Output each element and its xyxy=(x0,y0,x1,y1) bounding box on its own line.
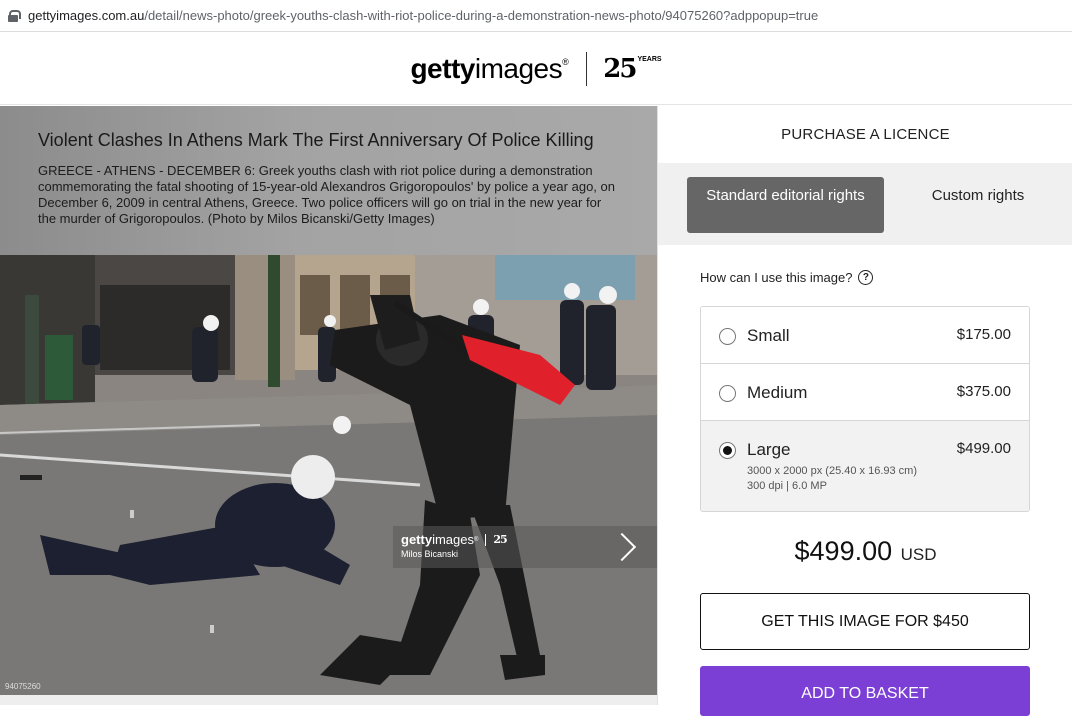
size-price: $375.00 xyxy=(956,383,1011,400)
news-photo[interactable]: getty images ® 25 Milos Bicanski xyxy=(0,255,657,695)
site-header: gettyimages® 25 YEARS xyxy=(0,33,1072,105)
size-dimensions: 3000 x 2000 px (25.40 x 16.93 cm) xyxy=(747,465,917,477)
image-viewer: Violent Clashes In Athens Mark The First… xyxy=(0,106,657,705)
purchase-licence-title: PURCHASE A LICENCE xyxy=(781,126,950,143)
size-name: Small xyxy=(747,326,790,345)
url-host: gettyimages.com.au xyxy=(28,8,145,23)
size-option-large[interactable]: Large $499.00 3000 x 2000 px (25.40 x 16… xyxy=(701,421,1029,511)
size-options: Small $175.00 Medium $375.00 Large $499.… xyxy=(700,306,1030,512)
lock-icon xyxy=(8,9,21,22)
tab-standard-editorial-rights[interactable]: Standard editorial rights xyxy=(687,177,884,233)
radio-medium[interactable] xyxy=(719,385,736,402)
how-use-label: How can I use this image? ? xyxy=(700,270,874,285)
help-question-icon[interactable]: ? xyxy=(858,270,874,285)
size-name: Large xyxy=(747,440,791,459)
size-option-medium[interactable]: Medium $375.00 xyxy=(701,364,1029,421)
total-currency: USD xyxy=(900,545,937,564)
size-name: Medium xyxy=(747,383,808,402)
anniversary-logo: 25 YEARS xyxy=(603,53,662,84)
image-id: 94075260 xyxy=(5,682,41,691)
total-amount: $499.00 xyxy=(794,536,893,566)
bottom-strip xyxy=(0,695,657,705)
url-path: /detail/news-photo/greek-youths-clash-wi… xyxy=(144,8,819,23)
size-price: $175.00 xyxy=(956,326,1011,343)
size-option-small[interactable]: Small $175.00 xyxy=(701,307,1029,364)
radio-small[interactable] xyxy=(719,328,736,345)
gettyimages-logo[interactable]: gettyimages® xyxy=(410,53,568,85)
radio-large[interactable] xyxy=(719,442,736,459)
purchase-panel: PURCHASE A LICENCE Standard editorial ri… xyxy=(657,106,1072,716)
get-image-button[interactable]: GET THIS IMAGE FOR $450 xyxy=(700,593,1030,650)
add-to-basket-button[interactable]: ADD TO BASKET xyxy=(700,666,1030,716)
size-price: $499.00 xyxy=(956,440,1011,457)
image-title: Violent Clashes In Athens Mark The First… xyxy=(38,130,594,150)
next-image-chevron-right-icon[interactable] xyxy=(612,535,632,555)
address-bar[interactable]: gettyimages.com.au/detail/news-photo/gre… xyxy=(0,0,1072,32)
tab-custom-rights[interactable]: Custom rights xyxy=(913,187,1043,205)
licence-tabs: Standard editorial rights Custom rights xyxy=(658,163,1072,245)
size-resolution: 300 dpi | 6.0 MP xyxy=(747,480,827,492)
total-price: $499.00 USD xyxy=(658,536,1072,567)
image-description: GREECE - ATHENS - DECEMBER 6: Greek yout… xyxy=(38,163,615,226)
photo-illustration xyxy=(0,255,657,695)
header-divider xyxy=(586,51,588,86)
image-caption: Violent Clashes In Athens Mark The First… xyxy=(0,106,657,255)
